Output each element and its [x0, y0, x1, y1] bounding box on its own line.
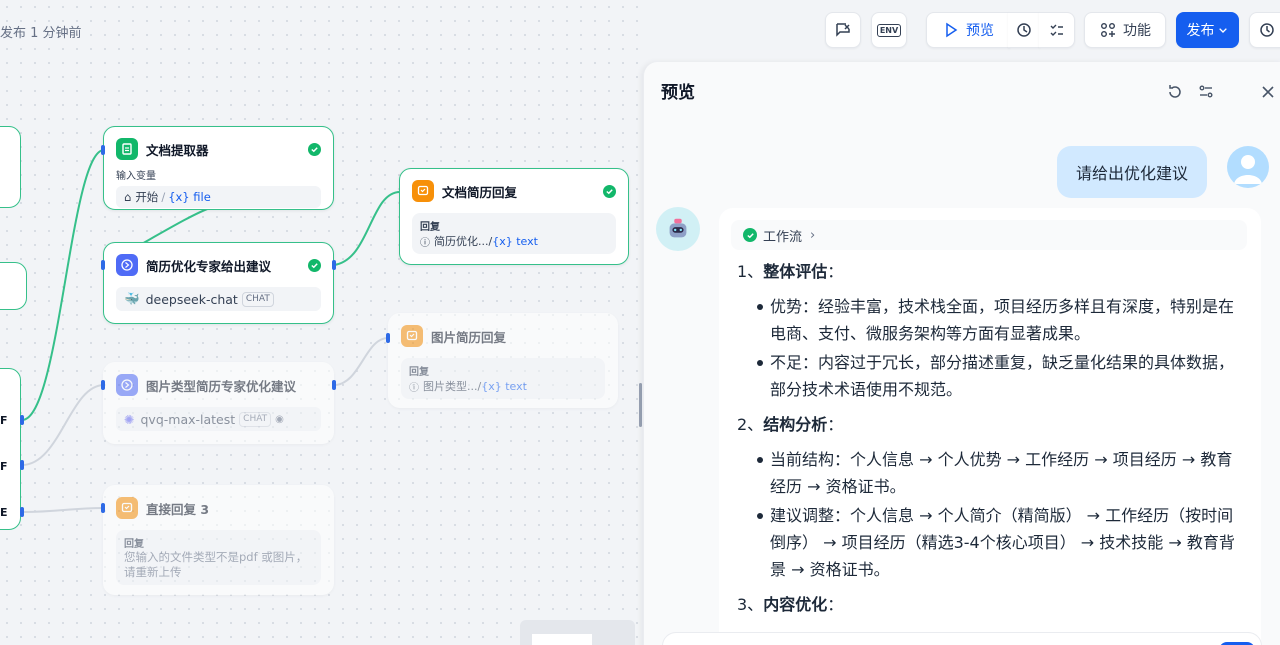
checklist-button[interactable] [1039, 12, 1075, 48]
model-pill: ✺ qvq-max-latest CHAT ◉ [116, 407, 321, 431]
grid-icon [1101, 23, 1115, 37]
section-heading: 2、结构分析： [737, 415, 844, 434]
model-pill: 🐳 deepseek-chat CHAT [116, 287, 321, 311]
llm-icon [116, 374, 138, 396]
panel-title: 预览 [661, 83, 695, 103]
run-history-button[interactable] [1008, 12, 1040, 48]
publish-button[interactable]: 发布 [1176, 12, 1239, 48]
section-heading: 3、内容优化： [737, 595, 844, 614]
partial-node-2[interactable] [0, 262, 27, 310]
features-button[interactable]: 功能 [1084, 12, 1166, 48]
node-port[interactable] [332, 260, 336, 270]
node-title: 文档简历回复 [442, 184, 518, 200]
reply-icon [116, 497, 138, 519]
node-doc-reply[interactable]: 文档简历回复 回复 ⓘ 简历优化... / {x} text [399, 168, 629, 265]
restart-icon[interactable] [1165, 82, 1185, 102]
history-icon [1016, 23, 1031, 37]
minimap[interactable] [520, 620, 635, 645]
chat-input[interactable] [662, 632, 1262, 645]
llm-icon [116, 254, 138, 276]
chevron-right-icon: › [810, 227, 816, 243]
node-image-expert[interactable]: 图片类型简历专家优化建议 ✺ qvq-max-latest CHAT ◉ [103, 362, 334, 444]
preview-button[interactable]: 预览 [926, 12, 1010, 48]
node-title: 直接回复 3 [146, 501, 210, 517]
reply-content: 回复 ⓘ 图片类型... / {x} text [401, 358, 605, 399]
success-check-icon [308, 258, 321, 272]
node-port[interactable] [386, 333, 390, 343]
node-resume-expert[interactable]: 简历优化专家给出建议 🐳 deepseek-chat CHAT [103, 242, 334, 324]
chat-x-icon [836, 23, 850, 37]
list-item: 建议调整：个人信息 → 个人简介（精简版） → 工作经历（按时间倒序） → 项目… [737, 502, 1243, 583]
node-port[interactable] [101, 380, 105, 390]
node-title: 文档提取器 [146, 142, 209, 158]
preview-panel: 预览 请给出优化建议 工作流 › 1、整体评估： 优势：经验丰富，技术栈全面，项… [643, 62, 1280, 645]
env-button[interactable]: ENV [871, 12, 907, 48]
node-image-reply[interactable]: 图片简历回复 回复 ⓘ 图片类型... / {x} text [388, 313, 618, 408]
input-var-label: 输入变量 [116, 171, 156, 182]
home-icon: ⌂ [124, 190, 132, 204]
list-item: 不足：内容过于冗长，部分描述重复，缺乏量化结果的具体数据，部分技术术语使用不规范… [737, 349, 1243, 403]
workflow-chip[interactable]: 工作流 › [731, 220, 1247, 250]
reply-icon [401, 325, 423, 347]
play-icon [946, 22, 958, 38]
input-var-pill: ⌂ 开始 / {x} file [116, 186, 321, 208]
node-title: 图片类型简历专家优化建议 [146, 378, 297, 394]
node-port[interactable] [20, 415, 24, 425]
partial-letter: E [0, 506, 8, 519]
version-history-button[interactable] [1249, 12, 1280, 48]
doc-icon [116, 138, 138, 160]
reply-content: 回复 您输入的文件类型不是pdf 或图片，请重新上传 [116, 530, 321, 585]
answer-markdown: 1、整体评估： 优势：经验丰富，技术栈全面，项目经历多样且有深度，特别是在电商、… [737, 258, 1243, 618]
partial-letter: F [0, 460, 8, 473]
bot-avatar [656, 207, 700, 251]
success-check-icon [743, 228, 757, 242]
node-port[interactable] [101, 260, 105, 270]
workflow-canvas[interactable]: 发布 1 分钟前 F F E 文档提取器 输入变量 ⌂ 开始 / {x} file [0, 0, 643, 645]
success-check-icon [308, 142, 321, 156]
undo-clear-button[interactable] [825, 12, 861, 48]
variables-icon[interactable] [1196, 82, 1216, 102]
node-port[interactable] [101, 503, 105, 513]
eye-icon: ◉ [275, 413, 284, 425]
node-port[interactable] [20, 507, 24, 517]
user-avatar [1227, 146, 1269, 188]
reply-icon [412, 180, 434, 202]
node-port[interactable] [332, 380, 336, 390]
close-icon[interactable] [1258, 82, 1278, 102]
qwen-icon: ✺ [124, 411, 135, 427]
list-item: 优势：经验丰富，技术栈全面，项目经历多样且有深度，特别是在电商、支付、微服务架构… [737, 293, 1243, 347]
node-direct-reply[interactable]: 直接回复 3 回复 您输入的文件类型不是pdf 或图片，请重新上传 [103, 485, 334, 595]
env-icon: ENV [876, 23, 902, 37]
partial-node-1[interactable] [0, 126, 21, 208]
section-heading: 1、整体评估： [737, 262, 844, 281]
node-title: 图片简历回复 [431, 329, 507, 345]
bot-answer: 工作流 › 1、整体评估： 优势：经验丰富，技术栈全面，项目经历多样且有深度，特… [719, 208, 1261, 645]
panel-resize-handle[interactable] [639, 383, 642, 427]
list-item: 当前结构：个人信息 → 个人优势 → 工作经历 → 项目经历 → 教育经历 → … [737, 446, 1243, 500]
node-doc-extractor[interactable]: 文档提取器 输入变量 ⌂ 开始 / {x} file [103, 126, 334, 210]
llm-small-icon: ⓘ [409, 382, 419, 394]
node-port[interactable] [101, 145, 105, 155]
whale-icon: 🐳 [124, 291, 140, 306]
user-message: 请给出优化建议 [1057, 146, 1207, 198]
node-port[interactable] [20, 460, 24, 470]
chevron-down-icon [1218, 28, 1227, 33]
llm-small-icon: ⓘ [420, 237, 430, 249]
node-title: 简历优化专家给出建议 [146, 258, 272, 274]
clock-icon [1260, 23, 1274, 37]
reply-content: 回复 ⓘ 简历优化... / {x} text [412, 213, 616, 254]
checklist-icon [1050, 24, 1063, 36]
success-check-icon [603, 184, 616, 198]
partial-letter: F [0, 414, 8, 427]
